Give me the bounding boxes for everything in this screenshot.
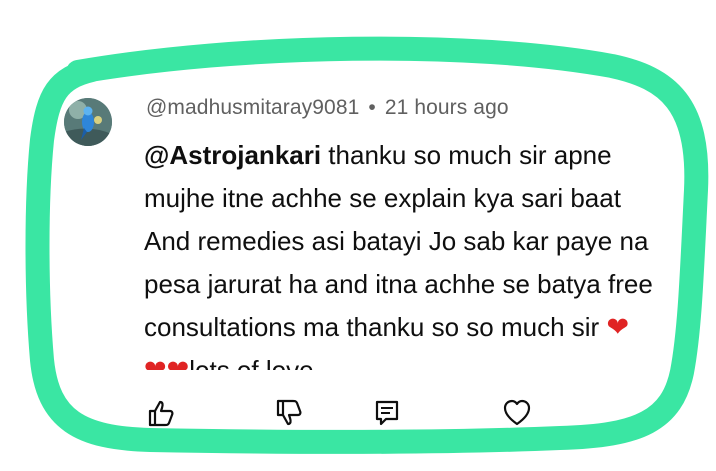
- dislike-icon: [276, 399, 302, 426]
- reply-button[interactable]: [372, 398, 402, 428]
- comment-line: ❤❤lots of love: [144, 349, 672, 370]
- comment-actions: [0, 398, 716, 438]
- comment-line: mujhe itne achhe se explain kya sari baa…: [144, 183, 621, 213]
- comment-line: @Astrojankari thanku so much sir apne: [144, 134, 672, 177]
- dislike-button[interactable]: [274, 398, 304, 428]
- meta-separator: •: [368, 96, 376, 119]
- author-handle[interactable]: @madhusmitaray9081: [146, 96, 359, 119]
- comment-meta: @madhusmitaray9081 • 21 hours ago: [146, 96, 509, 120]
- comment-body: @Astrojankari thanku so much sir apne mu…: [144, 134, 672, 370]
- heart-emoji: ❤: [606, 312, 630, 342]
- heart-emoji: ❤: [166, 355, 190, 370]
- comment-text: consultations ma thanku so so much sir: [144, 312, 607, 342]
- mention-link[interactable]: @Astrojankari: [144, 140, 321, 170]
- comment-timestamp[interactable]: 21 hours ago: [385, 96, 509, 119]
- like-button[interactable]: [146, 398, 176, 428]
- comment-line: consultations ma thanku so so much sir ❤: [144, 306, 672, 349]
- comment-line: And remedies asi batayi Jo sab kar paye …: [144, 226, 649, 256]
- comment-line: pesa jarurat ha and itna achhe se batya …: [144, 269, 653, 299]
- comment-text: lots of love: [189, 355, 314, 370]
- avatar[interactable]: [64, 98, 112, 146]
- heart-react-icon: [503, 399, 531, 426]
- comment-text: thanku so much sir apne: [321, 140, 612, 170]
- reply-icon: [375, 400, 399, 426]
- heart-react-button[interactable]: [502, 398, 532, 428]
- like-icon: [148, 400, 174, 427]
- heart-emoji: ❤: [144, 355, 167, 370]
